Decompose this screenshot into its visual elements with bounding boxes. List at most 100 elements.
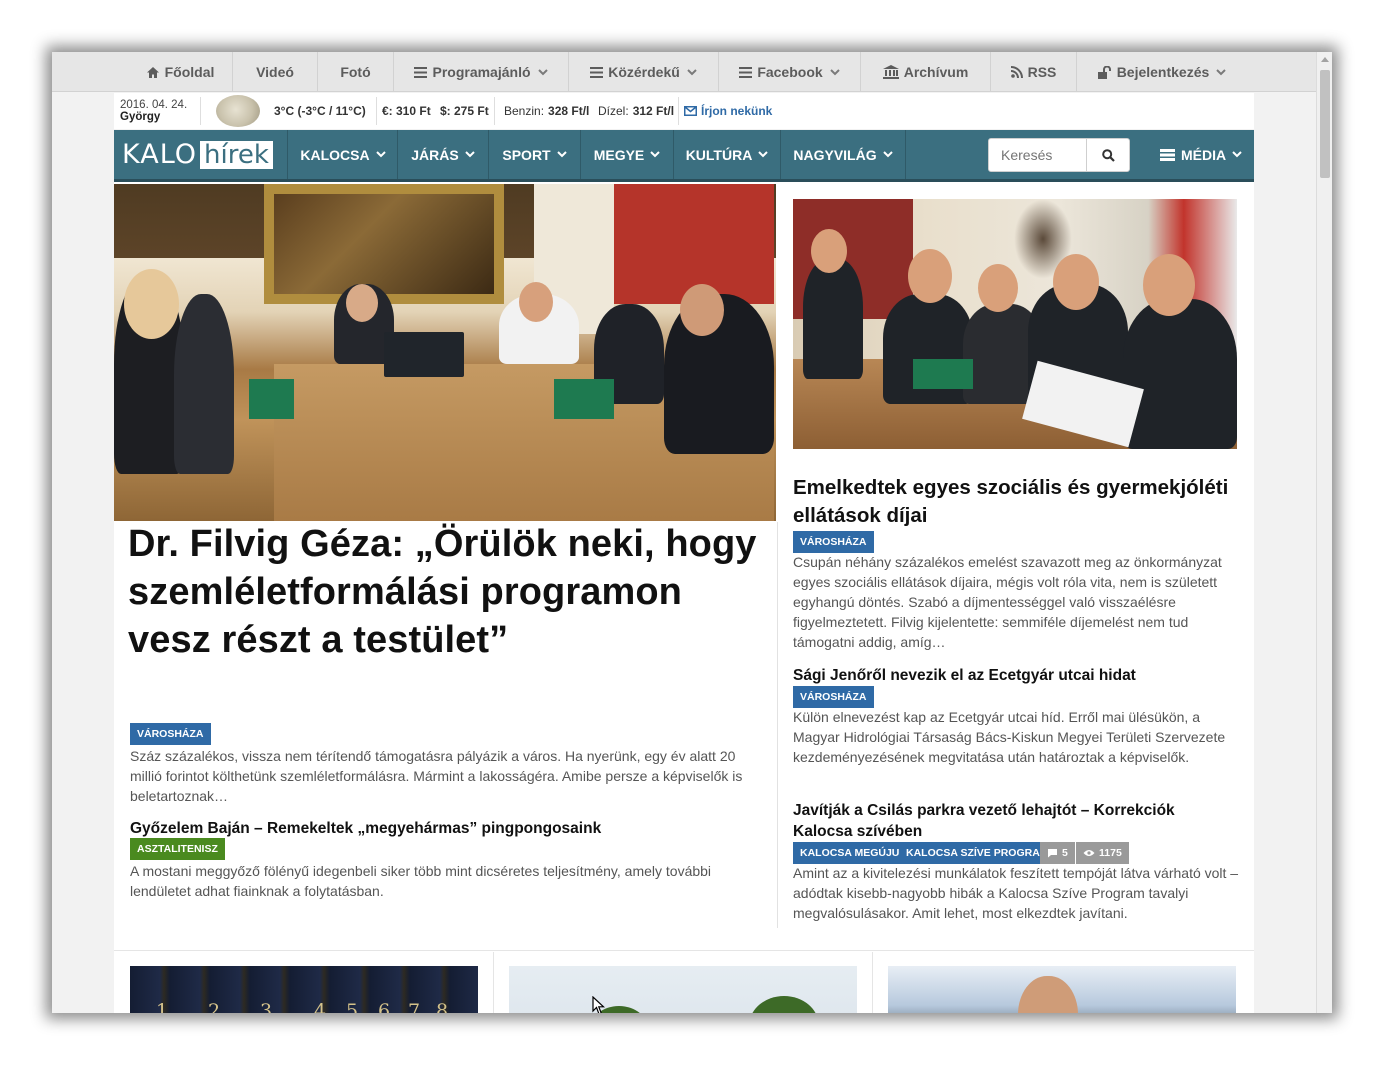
- column-divider: [777, 522, 778, 928]
- mouse-cursor-icon: [592, 996, 606, 1013]
- dizel-value: 312 Ft/l: [632, 104, 675, 118]
- nav-item-kultura[interactable]: KULTÚRA: [674, 130, 781, 179]
- nav-label: KULTÚRA: [685, 146, 753, 163]
- home-icon: [146, 66, 160, 79]
- browser-window: Főoldal Videó Fotó Programajánló Közérde…: [52, 52, 1332, 1013]
- site-logo[interactable]: KALO hírek: [114, 130, 288, 179]
- chevron-down-icon: [1216, 68, 1227, 76]
- nameday-text: György: [120, 111, 161, 123]
- euro-rate: €: 310 Ft: [382, 104, 431, 118]
- main-article-tag[interactable]: VÁROSHÁZA: [130, 723, 211, 745]
- main-article-photo[interactable]: [114, 184, 776, 521]
- side-article-1-title[interactable]: Emelkedtek egyes szociális és gyermekjól…: [793, 474, 1237, 530]
- book-number: 2: [208, 1000, 221, 1013]
- side-article-1-tag[interactable]: VÁROSHÁZA: [793, 531, 874, 553]
- topbar-item-archivum[interactable]: Archívum: [861, 52, 991, 92]
- nav-label: SPORT: [502, 146, 551, 163]
- info-bar: 2016. 04. 24. György 3°C (-3°C / 11°C) €…: [114, 93, 1254, 129]
- thumb-photo-team[interactable]: [509, 966, 857, 1013]
- side-article-photo[interactable]: [793, 199, 1237, 449]
- topbar-item-foto[interactable]: Fotó: [318, 52, 394, 92]
- side-article-3-tag-2[interactable]: KALOCSA SZÍVE PROGRAM: [899, 842, 1056, 864]
- weather-moon-icon: [216, 95, 260, 127]
- side-article-2-excerpt: Külön elnevezést kap az Ecetgyár utcai h…: [793, 709, 1226, 765]
- main-article-excerpt: Száz százalékos, vissza nem térítendő tá…: [130, 748, 743, 804]
- menu-icon: [414, 66, 428, 78]
- search-input[interactable]: [989, 139, 1087, 171]
- topbar-item-fooldal[interactable]: Főoldal: [128, 52, 233, 92]
- scroll-up-icon[interactable]: [1321, 57, 1329, 62]
- rss-icon: [1010, 66, 1023, 78]
- chevron-down-icon: [687, 68, 697, 76]
- second-left-tag[interactable]: ASZTALITENISZ: [130, 838, 225, 860]
- chevron-down-icon: [650, 151, 660, 158]
- contact-link[interactable]: Írjon nekünk: [684, 93, 772, 129]
- side-article-2-title[interactable]: Sági Jenőről nevezik el az Ecetgyár utca…: [793, 665, 1237, 686]
- topbar-item-facebook[interactable]: Facebook: [719, 52, 861, 92]
- weather-text: 3°C (-3°C / 11°C): [274, 104, 366, 118]
- menu-icon: [739, 66, 753, 78]
- benzin-price: Benzin: 328 Ft/l: [504, 93, 589, 129]
- search-button[interactable]: [1087, 139, 1129, 171]
- benzin-value: 328 Ft/l: [548, 104, 590, 118]
- dollar-rate: $: 275 Ft: [440, 104, 489, 118]
- side-article-2-tag[interactable]: VÁROSHÁZA: [793, 686, 874, 708]
- chevron-down-icon: [1232, 151, 1242, 158]
- main-article-title[interactable]: Dr. Filvig Géza: „Örülök neki, hogy szem…: [128, 520, 768, 664]
- view-count-badge: 1175: [1076, 842, 1129, 864]
- unlock-icon: [1097, 65, 1112, 79]
- logo-hirek: hírek: [200, 140, 273, 169]
- topbar-label: Programajánló: [432, 64, 531, 80]
- topbar-label: Bejelentkezés: [1116, 64, 1210, 80]
- dizel-price: Dízel: 312 Ft/l: [598, 93, 674, 129]
- topbar-label: Videó: [256, 64, 294, 80]
- nav-item-nagyvilag[interactable]: NAGYVILÁG: [781, 130, 906, 179]
- menu-icon: [590, 66, 604, 78]
- logo-kalo: KALO: [122, 139, 198, 170]
- nav-item-megye[interactable]: MEGYE: [581, 130, 674, 179]
- nav-label: NAGYVILÁG: [793, 146, 877, 163]
- nav-label: JÁRÁS: [411, 146, 459, 163]
- topbar-item-rss[interactable]: RSS: [991, 52, 1077, 92]
- topbar-label: Facebook: [757, 64, 823, 80]
- second-left-excerpt: A mostani meggyőző fölényű idegenbeli si…: [130, 863, 712, 899]
- topbar-label: Főoldal: [164, 64, 215, 80]
- chevron-down-icon: [882, 151, 893, 158]
- media-menu[interactable]: MÉDIA: [1160, 130, 1242, 179]
- vertical-scrollbar[interactable]: [1316, 52, 1332, 1013]
- chevron-down-icon: [465, 151, 475, 158]
- chevron-down-icon: [375, 151, 386, 158]
- nav-item-kalocsa[interactable]: KALOCSA: [289, 130, 398, 179]
- dizel-label: Dízel:: [598, 104, 629, 118]
- date-text: 2016. 04. 24.: [120, 99, 188, 111]
- search-box: [988, 138, 1130, 172]
- search-icon: [1101, 148, 1115, 162]
- topbar-item-bejelentkezes[interactable]: Bejelentkezés: [1077, 52, 1247, 92]
- nav-item-jaras[interactable]: JÁRÁS: [398, 130, 489, 179]
- second-left-title[interactable]: Győzelem Baján – Remekeltek „megyehármas…: [130, 818, 760, 839]
- main-navbar: KALO hírek KALOCSA JÁRÁS SPORT MEGYE KUL…: [114, 130, 1254, 182]
- scrollbar-thumb[interactable]: [1320, 70, 1330, 178]
- book-number: 5: [346, 1000, 359, 1013]
- comment-count-badge[interactable]: 5: [1040, 842, 1075, 864]
- top-bar: Főoldal Videó Fotó Programajánló Közérde…: [52, 52, 1316, 92]
- topbar-label: Közérdekű: [608, 64, 680, 80]
- thumb-photo-books[interactable]: 1 2 3 4 5 6 7 8: [130, 966, 478, 1013]
- side-article-1-excerpt: Csupán néhány százalékos emelést szavazo…: [793, 554, 1222, 650]
- thumb-photo-coach[interactable]: [888, 966, 1236, 1013]
- contact-label: Írjon nekünk: [701, 104, 773, 118]
- comment-count: 5: [1062, 847, 1068, 859]
- topbar-item-kozerdeku[interactable]: Közérdekű: [569, 52, 719, 92]
- chevron-down-icon: [829, 68, 840, 76]
- topbar-item-programajanlo[interactable]: Programajánló: [394, 52, 569, 92]
- side-article-3-title[interactable]: Javítják a Csilás parkra vezető lehajtót…: [793, 800, 1237, 842]
- chevron-down-icon: [537, 68, 548, 76]
- side-article-3-tag-1[interactable]: KALOCSA MEGÚJUL: [793, 842, 913, 864]
- nav-item-sport[interactable]: SPORT: [489, 130, 581, 179]
- view-count: 1175: [1099, 847, 1122, 859]
- list-icon: [1160, 148, 1175, 161]
- book-number: 7: [408, 1000, 421, 1013]
- topbar-item-video[interactable]: Videó: [233, 52, 318, 92]
- book-number: 4: [314, 1000, 327, 1013]
- chevron-down-icon: [556, 151, 567, 158]
